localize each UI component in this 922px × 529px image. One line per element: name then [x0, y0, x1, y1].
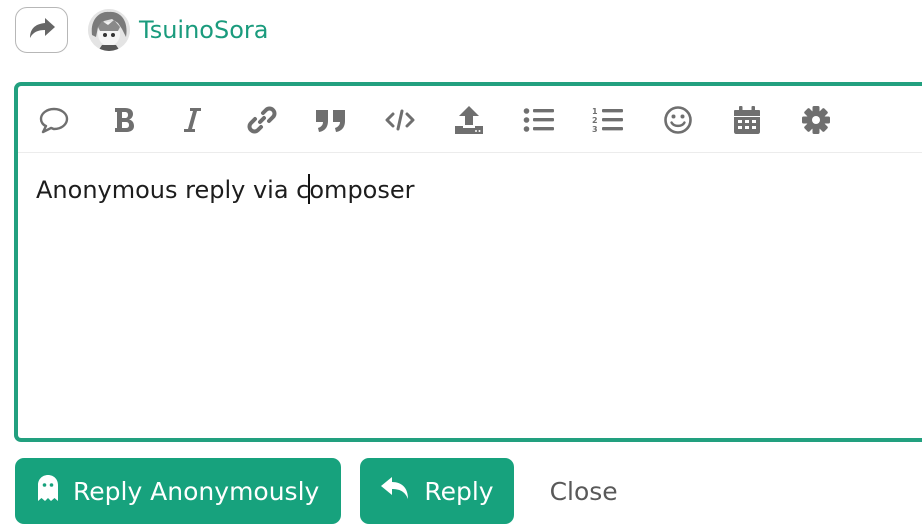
reply-arrow-icon	[380, 475, 424, 507]
emoji-icon[interactable]	[658, 100, 698, 140]
reply-to-button[interactable]	[15, 7, 68, 53]
code-icon[interactable]	[380, 100, 420, 140]
editor-text-before-caret: Anonymous reply via c	[36, 176, 310, 204]
reply-label: Reply	[424, 476, 494, 506]
numbered-list-icon[interactable]: 123	[588, 100, 628, 140]
username-link[interactable]: TsuinoSora	[139, 16, 268, 44]
composer-editor: 123 Anonymous reply via composer	[14, 82, 922, 442]
reply-anonymously-label: Reply Anonymously	[73, 476, 320, 506]
ghost-icon	[37, 474, 73, 508]
calendar-icon[interactable]	[727, 100, 767, 140]
reply-button[interactable]: Reply	[360, 458, 514, 524]
italic-icon[interactable]	[172, 100, 212, 140]
share-arrow-icon	[28, 16, 56, 44]
bold-icon[interactable]	[104, 100, 144, 140]
gear-icon[interactable]	[796, 100, 836, 140]
upload-icon[interactable]	[449, 100, 489, 140]
svg-text:2: 2	[592, 116, 598, 125]
svg-text:1: 1	[592, 107, 598, 116]
editor-text-after-caret: omposer	[309, 176, 415, 204]
quote-icon[interactable]	[311, 100, 351, 140]
composer-header: TsuinoSora	[15, 6, 268, 54]
composer-textarea[interactable]: Anonymous reply via composer	[36, 174, 415, 204]
speech-bubble-icon[interactable]	[34, 100, 74, 140]
reply-anonymously-button[interactable]: Reply Anonymously	[15, 458, 342, 524]
svg-text:3: 3	[592, 125, 598, 134]
editor-toolbar: 123	[18, 86, 922, 153]
link-icon[interactable]	[242, 100, 282, 140]
avatar[interactable]	[88, 9, 130, 51]
bullet-list-icon[interactable]	[519, 100, 559, 140]
composer-footer: Reply Anonymously Reply Close	[15, 458, 618, 524]
close-button[interactable]: Close	[550, 477, 618, 506]
